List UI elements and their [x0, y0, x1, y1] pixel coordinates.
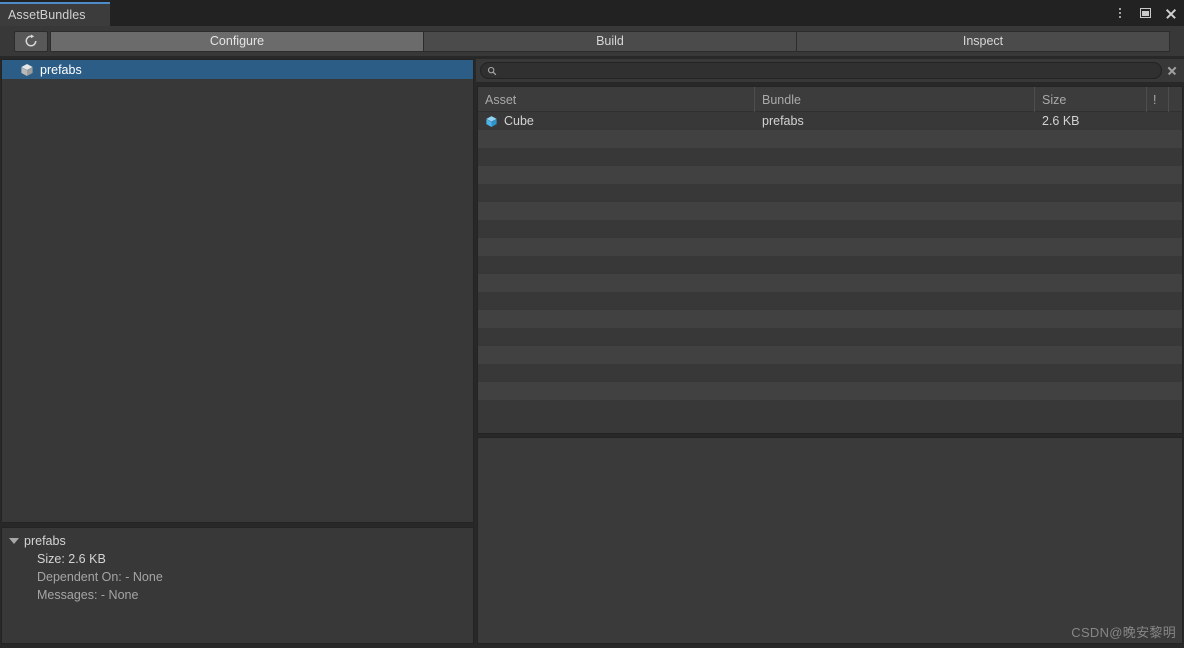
window-controls — [1112, 0, 1178, 26]
assetbundles-window: AssetBundles Configure Build Inspect pre… — [0, 0, 1184, 648]
maximize-icon — [1139, 8, 1151, 18]
search-clear-button[interactable] — [1162, 62, 1180, 80]
search-input[interactable] — [502, 64, 1161, 77]
watermark-text: CSDN@晚安黎明 — [1071, 625, 1176, 640]
package-icon — [21, 63, 33, 76]
table-row-empty[interactable] — [478, 184, 1182, 202]
table-row-empty[interactable] — [478, 382, 1182, 400]
table-row-empty[interactable] — [478, 346, 1182, 364]
column-header-size[interactable]: Size — [1035, 87, 1147, 112]
table-row-empty[interactable] — [478, 238, 1182, 256]
table-row-empty[interactable] — [478, 364, 1182, 382]
tab-build[interactable]: Build — [423, 30, 797, 52]
window-titlebar: AssetBundles — [0, 0, 1184, 26]
window-tab-label: AssetBundles — [8, 8, 86, 22]
bundle-tree-panel[interactable]: prefabs — [1, 59, 474, 523]
table-row-empty[interactable] — [478, 292, 1182, 310]
asset-table-header: Asset Bundle Size ! — [478, 87, 1182, 112]
mode-tabs: Configure Build Inspect — [50, 30, 1170, 52]
window-tab-assetbundles[interactable]: AssetBundles — [0, 2, 110, 26]
table-row-empty[interactable] — [478, 256, 1182, 274]
column-header-asset[interactable]: Asset — [478, 87, 755, 112]
table-row-empty[interactable] — [478, 274, 1182, 292]
close-icon — [1167, 66, 1176, 75]
cell-warning — [1147, 112, 1169, 130]
close-icon — [1165, 8, 1176, 19]
table-row-empty[interactable] — [478, 166, 1182, 184]
window-maximize-button[interactable] — [1137, 4, 1153, 22]
table-row-empty[interactable] — [478, 310, 1182, 328]
prefab-cube-icon — [486, 115, 497, 127]
table-row[interactable]: Cube prefabs 2.6 KB — [478, 112, 1182, 130]
window-close-button[interactable] — [1162, 4, 1178, 22]
search-icon — [487, 66, 497, 75]
column-header-bundle[interactable]: Bundle — [755, 87, 1035, 112]
kebab-menu-icon — [1119, 8, 1121, 18]
asset-list-panel[interactable]: Asset Bundle Size ! Cube prefabs 2.6 KB — [477, 86, 1183, 434]
bundle-detail-size: Size: 2.6 KB — [37, 552, 106, 566]
tab-inspect[interactable]: Inspect — [796, 30, 1170, 52]
asset-search-bar — [476, 59, 1184, 82]
bundle-detail-dependent-on: Dependent On: - None — [37, 570, 163, 584]
table-row-empty[interactable] — [478, 220, 1182, 238]
table-row-empty[interactable] — [478, 400, 1182, 418]
refresh-icon — [25, 34, 37, 47]
table-row-empty[interactable] — [478, 202, 1182, 220]
cell-asset: Cube — [478, 112, 755, 130]
tab-configure-label: Configure — [209, 34, 265, 48]
tab-inspect-label: Inspect — [962, 34, 1004, 48]
bundle-detail-header[interactable]: prefabs — [2, 532, 473, 550]
bundle-tree-item-prefabs[interactable]: prefabs — [2, 60, 473, 79]
chevron-down-icon[interactable] — [9, 538, 19, 544]
asset-detail-panel[interactable] — [477, 437, 1183, 644]
bundle-detail-messages: Messages: - None — [37, 588, 139, 602]
table-row-empty[interactable] — [478, 148, 1182, 166]
tab-build-label: Build — [596, 34, 624, 48]
cell-size: 2.6 KB — [1042, 114, 1080, 128]
tab-configure[interactable]: Configure — [50, 30, 424, 52]
search-field-wrapper[interactable] — [480, 62, 1162, 79]
bundle-tree-item-label: prefabs — [40, 62, 82, 77]
bundle-detail-panel: prefabs Size: 2.6 KB Dependent On: - Non… — [1, 527, 474, 644]
cell-asset-label: Cube — [504, 114, 534, 128]
column-header-warning[interactable]: ! — [1147, 87, 1169, 112]
table-row-empty[interactable] — [478, 130, 1182, 148]
window-menu-button[interactable] — [1112, 4, 1128, 22]
asset-table-empty-rows — [478, 130, 1182, 418]
bundle-detail-title: prefabs — [24, 534, 66, 548]
table-row-empty[interactable] — [478, 328, 1182, 346]
refresh-button[interactable] — [14, 30, 48, 52]
mode-toolbar: Configure Build Inspect — [0, 26, 1184, 56]
cell-bundle: prefabs — [762, 114, 804, 128]
